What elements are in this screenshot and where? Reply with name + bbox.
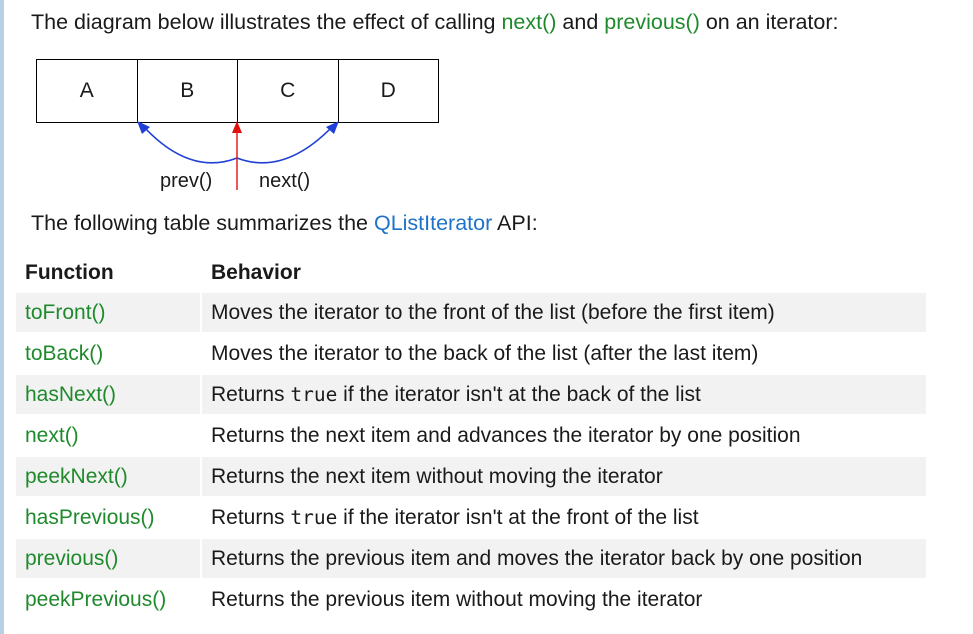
- table-row: hasNext() Returns true if the iterator i…: [16, 375, 926, 414]
- behavior-cell: Returns true if the iterator isn't at th…: [202, 498, 926, 537]
- api-table: Function Behavior toFront() Moves the it…: [16, 253, 926, 621]
- behavior-text: Returns the previous item and moves the …: [211, 546, 863, 570]
- behavior-cell: Returns the next item and advances the i…: [202, 416, 926, 455]
- table-row: toBack() Moves the iterator to the back …: [16, 334, 926, 373]
- summary-text-before: The following table summarizes the: [31, 211, 374, 235]
- behavior-column-header: Behavior: [211, 261, 301, 284]
- behavior-cell: Returns true if the iterator isn't at th…: [202, 375, 926, 414]
- intro-text-middle: and: [556, 10, 605, 34]
- table-row: toFront() Moves the iterator to the fron…: [16, 293, 926, 332]
- intro-text-after: on an iterator:: [699, 10, 839, 34]
- prev-label: prev(): [160, 170, 213, 192]
- behavior-cell: Returns the next item without moving the…: [202, 457, 926, 496]
- tofront-function-link[interactable]: toFront(): [25, 301, 106, 324]
- table-row: hasPrevious() Returns true if the iterat…: [16, 498, 926, 537]
- table-row: next() Returns the next item and advance…: [16, 416, 926, 455]
- code-true: true: [290, 382, 338, 406]
- next-function-link[interactable]: next(): [501, 10, 556, 34]
- behavior-cell: Returns the previous item and moves the …: [202, 539, 926, 578]
- left-border-rule: [0, 0, 4, 634]
- hasprevious-function-link[interactable]: hasPrevious(): [25, 506, 155, 529]
- behavior-text: Returns the previous item without moving…: [211, 587, 703, 611]
- behavior-text: if the iterator isn't at the back of the…: [337, 382, 701, 406]
- summary-text-after: API:: [492, 211, 538, 235]
- prev-arrow-curve: [143, 126, 238, 164]
- table-row: previous() Returns the previous item and…: [16, 539, 926, 578]
- behavior-cell: Returns the previous item without moving…: [202, 580, 926, 619]
- next-arrow-curve: [236, 126, 333, 164]
- iterator-position-head: [232, 121, 242, 133]
- table-row: peekPrevious() Returns the previous item…: [16, 580, 926, 619]
- qlistiterator-link[interactable]: QListIterator: [374, 211, 492, 235]
- behavior-text: Returns: [211, 505, 291, 529]
- diagram-cell-b: B: [136, 60, 238, 122]
- hasnext-function-link[interactable]: hasNext(): [25, 383, 116, 406]
- table-row: peekNext() Returns the next item without…: [16, 457, 926, 496]
- iterator-arrows-diagram: [137, 121, 339, 190]
- behavior-cell: Moves the iterator to the back of the li…: [202, 334, 926, 373]
- peeknext-function-link[interactable]: peekNext(): [25, 465, 128, 488]
- behavior-text: Moves the iterator to the back of the li…: [211, 341, 759, 365]
- behavior-text: Returns the next item and advances the i…: [211, 423, 801, 447]
- api-table-header-row: Function Behavior: [16, 255, 926, 291]
- next-function-link[interactable]: next(): [25, 424, 79, 447]
- intro-text: The diagram below illustrates the effect…: [31, 10, 839, 35]
- code-true: true: [290, 505, 338, 529]
- previous-function-link[interactable]: previous(): [604, 10, 700, 34]
- intro-text-before: The diagram below illustrates the effect…: [31, 10, 502, 34]
- diagram-cell-c: C: [237, 60, 338, 122]
- toback-function-link[interactable]: toBack(): [25, 342, 103, 365]
- summary-text: The following table summarizes the QList…: [31, 211, 538, 236]
- diagram-cell-d: D: [337, 60, 439, 122]
- behavior-text: Returns the next item without moving the…: [211, 464, 663, 488]
- diagram-cell-a: A: [79, 79, 94, 102]
- function-column-header: Function: [25, 261, 114, 284]
- iterator-diagram-cells: A B C D: [36, 59, 439, 123]
- behavior-text: Moves the iterator to the front of the l…: [211, 300, 775, 324]
- behavior-text: if the iterator isn't at the front of th…: [337, 505, 699, 529]
- behavior-cell: Moves the iterator to the front of the l…: [202, 293, 926, 332]
- behavior-text: Returns: [211, 382, 291, 406]
- peekprevious-function-link[interactable]: peekPrevious(): [25, 588, 166, 611]
- previous-function-link[interactable]: previous(): [25, 547, 118, 570]
- next-label: next(): [259, 170, 311, 192]
